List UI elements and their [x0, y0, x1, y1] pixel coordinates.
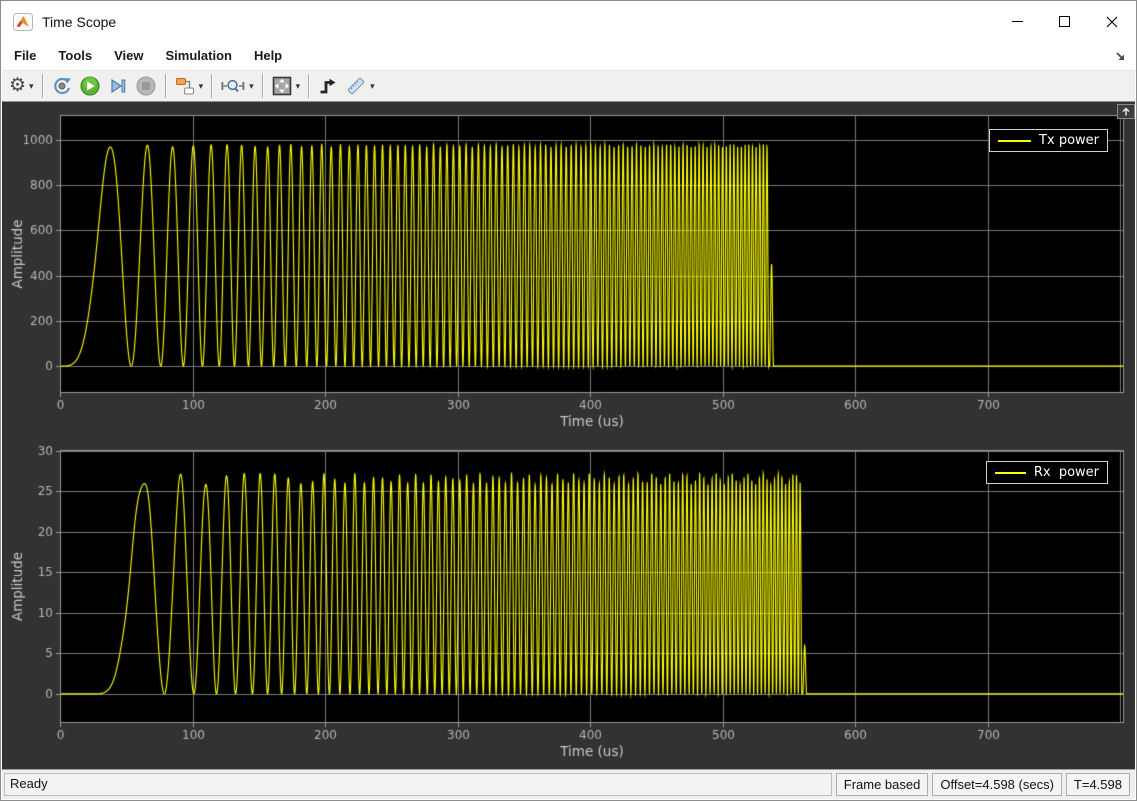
status-message: Ready — [4, 773, 832, 796]
settings-dropdown-caret: ▾ — [29, 81, 34, 92]
zoom-dropdown-caret: ▾ — [249, 81, 254, 92]
close-icon — [1106, 16, 1118, 28]
stop-icon — [135, 75, 157, 97]
toolbar-separator — [42, 74, 43, 98]
fit-to-view-dropdown-caret: ▾ — [296, 81, 301, 92]
title-bar: Time Scope — [2, 2, 1135, 41]
legend-tx-power[interactable]: Tx power — [989, 129, 1108, 152]
status-offset: Offset=4.598 (secs) — [932, 773, 1062, 796]
menu-simulation[interactable]: Simulation — [155, 41, 243, 70]
ruler-icon — [345, 75, 367, 97]
step-forward-button[interactable] — [104, 73, 132, 99]
run-button[interactable] — [76, 73, 104, 99]
matlab-logo-icon — [13, 13, 33, 31]
fit-to-view-icon — [271, 75, 293, 97]
dock-button[interactable] — [1111, 47, 1129, 65]
legend-label: Tx power — [1039, 133, 1099, 148]
dock-arrow-icon — [1113, 49, 1127, 63]
simulink-blocks-icon — [174, 75, 196, 97]
legend-line-sample — [995, 472, 1026, 474]
measurements-button[interactable]: ▾ — [342, 73, 378, 99]
window-controls — [994, 2, 1135, 41]
legend-line-sample — [998, 140, 1031, 142]
toolbar-separator — [308, 74, 309, 98]
up-arrow-icon — [1120, 106, 1132, 117]
measurements-dropdown-caret: ▾ — [370, 81, 375, 92]
trigger-icon — [317, 75, 339, 97]
signal-selector-dropdown-caret: ▾ — [199, 81, 204, 92]
legend-label: Rx power — [1034, 465, 1099, 480]
expand-panel-button[interactable] — [1117, 104, 1135, 119]
rerun-button[interactable] — [48, 73, 76, 99]
toolbar-separator — [165, 74, 166, 98]
zoom-x-icon — [220, 75, 246, 97]
replay-arrows-icon — [51, 75, 73, 97]
rx-power-plot-canvas[interactable] — [2, 441, 1137, 771]
minimize-icon — [1012, 21, 1023, 22]
trigger-button[interactable] — [314, 73, 342, 99]
scope-display-area: Tx power Rx power — [2, 102, 1135, 771]
legend-rx-power[interactable]: Rx power — [986, 461, 1108, 484]
time-scope-window: Time Scope File Tools View Simulation He… — [0, 0, 1137, 801]
close-button[interactable] — [1088, 2, 1135, 41]
status-frame-mode: Frame based — [836, 773, 929, 796]
maximize-button[interactable] — [1041, 2, 1088, 41]
signal-selector-button[interactable]: ▾ — [171, 73, 207, 99]
menu-bar: File Tools View Simulation Help — [2, 41, 1135, 70]
play-icon — [79, 75, 101, 97]
zoom-x-button[interactable]: ▾ — [217, 73, 257, 99]
step-forward-icon — [107, 75, 129, 97]
settings-button[interactable]: ⚙ ▾ — [6, 73, 37, 99]
stop-button[interactable] — [132, 73, 160, 99]
toolbar-separator — [211, 74, 212, 98]
window-title: Time Scope — [42, 14, 116, 30]
status-time: T=4.598 — [1066, 773, 1130, 796]
toolbar: ⚙ ▾ — [2, 70, 1135, 102]
minimize-button[interactable] — [994, 2, 1041, 41]
fit-to-view-button[interactable]: ▾ — [268, 73, 304, 99]
gear-icon: ⚙ — [9, 76, 26, 96]
menu-tools[interactable]: Tools — [47, 41, 103, 70]
maximize-icon — [1059, 16, 1070, 27]
tx-power-plot-canvas[interactable] — [2, 102, 1137, 441]
toolbar-separator — [262, 74, 263, 98]
menu-help[interactable]: Help — [243, 41, 293, 70]
status-bar: Ready Frame based Offset=4.598 (secs) T=… — [2, 769, 1135, 799]
menu-view[interactable]: View — [103, 41, 154, 70]
menu-file[interactable]: File — [3, 41, 47, 70]
